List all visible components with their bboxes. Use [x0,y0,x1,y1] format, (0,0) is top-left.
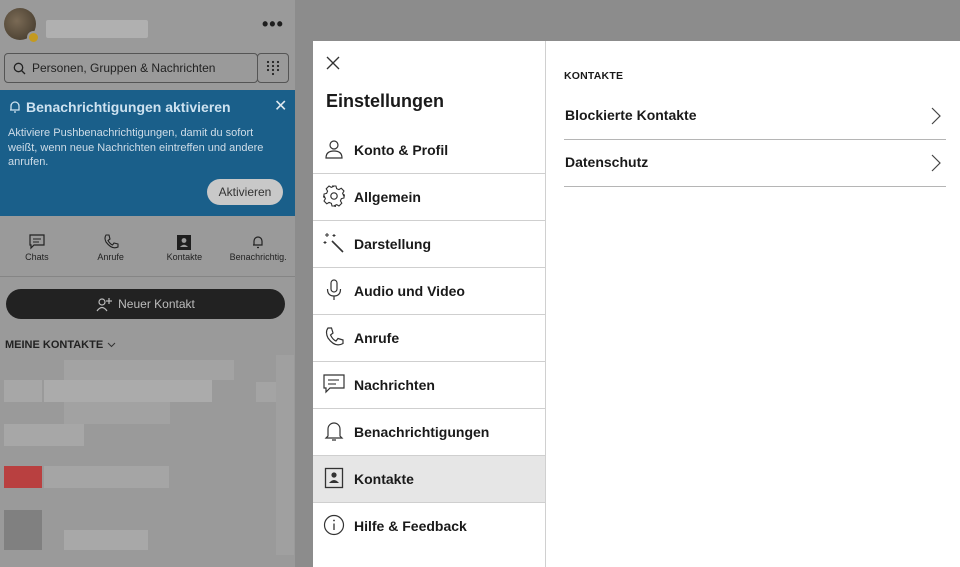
contact-list-blurred [4,466,42,488]
contact-list-blurred [4,424,84,446]
nav-item-label: Benachrichtigungen [354,424,490,440]
search-input[interactable]: Personen, Gruppen & Nachrichten [4,53,258,83]
nav-item-label: Allgemein [354,189,421,205]
nav-item-label: Audio und Video [354,283,465,299]
tab-label: Benachrichtig. [229,252,287,262]
phone-icon [104,234,119,249]
phone-icon [323,326,345,348]
nav-item-label: Hilfe & Feedback [354,518,467,534]
tab-contacts[interactable]: Kontakte [148,226,222,272]
contact-list-blurred [64,402,170,424]
chevron-right-icon [931,107,941,125]
settings-nav: Einstellungen Konto & Profil Allgemein D… [313,41,546,567]
notification-banner: Benachrichtigungen aktivieren ✕ Aktivier… [0,90,295,216]
person-icon [323,138,345,160]
dialpad-icon [266,60,280,76]
nav-item-label: Konto & Profil [354,142,449,158]
app-sidebar: ••• Personen, Gruppen & Nachrichten Bena… [0,0,295,567]
tab-calls[interactable]: Anrufe [74,226,148,272]
activate-button[interactable]: Aktivieren [207,179,283,205]
contact-list-blurred [44,380,212,402]
my-contacts-header[interactable]: MEINE KONTAKTE [5,339,116,351]
nav-item-audio-video[interactable]: Audio und Video [313,268,545,315]
microphone-icon [323,279,345,301]
contact-list-blurred [4,380,42,402]
nav-item-help[interactable]: Hilfe & Feedback [313,503,545,549]
nav-item-calls[interactable]: Anrufe [313,315,545,362]
tab-label: Chats [25,252,49,262]
tab-label: Kontakte [166,252,203,262]
tab-chats[interactable]: Chats [0,226,74,272]
nav-item-label: Kontakte [354,471,414,487]
add-person-icon [96,297,113,311]
settings-nav-list: Konto & Profil Allgemein Darstellung Aud… [313,127,545,549]
close-icon[interactable]: ✕ [274,96,287,116]
tab-label: Anrufe [97,252,124,262]
contacts-icon [323,467,345,489]
notification-text: Aktiviere Pushbenachrichtigungen, damit … [8,127,264,168]
section-title: KONTAKTE [564,70,624,82]
nav-item-messages[interactable]: Nachrichten [313,362,545,409]
info-icon [323,514,345,536]
row-label: Blockierte Kontakte [565,107,697,123]
tab-notifications[interactable]: Benachrichtig. [221,226,295,272]
profile-name-blurred [46,20,148,38]
dialpad-button[interactable] [257,53,289,83]
contact-list-blurred [64,530,148,550]
settings-dialog: Einstellungen Konto & Profil Allgemein D… [313,41,960,567]
message-icon [323,373,345,395]
bell-icon [323,420,345,442]
nav-item-notifications[interactable]: Benachrichtigungen [313,409,545,456]
nav-item-appearance[interactable]: Darstellung [313,221,545,268]
contact-list-blurred [4,510,42,550]
bell-icon [10,101,20,113]
contact-list-blurred [64,360,234,380]
more-options-icon[interactable]: ••• [262,14,284,35]
new-contact-label: Neuer Kontakt [118,297,195,311]
status-away-icon [27,31,40,44]
gear-icon [323,185,345,207]
contact-list-blurred [44,466,169,488]
search-icon [13,62,26,74]
nav-item-contacts[interactable]: Kontakte [313,456,545,503]
bell-icon [253,236,263,249]
main-tabs: Chats Anrufe Kontakte Benachrichtig. [0,226,295,272]
chevron-right-icon [931,154,941,172]
nav-item-general[interactable]: Allgemein [313,174,545,221]
contact-list-blurred [276,355,294,555]
divider [0,276,295,277]
chevron-down-icon [107,342,116,348]
blocked-contacts-row[interactable]: Blockierte Kontakte [564,93,946,140]
contacts-settings-pane: KONTAKTE Blockierte Kontakte Datenschutz [546,41,960,567]
nav-item-account[interactable]: Konto & Profil [313,127,545,174]
settings-title: Einstellungen [326,91,445,111]
close-icon[interactable] [325,55,341,71]
privacy-row[interactable]: Datenschutz [564,140,946,187]
magic-wand-icon [323,232,345,254]
row-label: Datenschutz [565,154,649,170]
nav-item-label: Nachrichten [354,377,435,393]
notification-title: Benachrichtigungen aktivieren [26,99,231,115]
nav-item-label: Anrufe [354,330,400,346]
chat-icon [29,234,45,250]
contacts-icon [177,234,192,250]
nav-item-label: Darstellung [354,236,432,252]
search-placeholder: Personen, Gruppen & Nachrichten [32,61,216,75]
my-contacts-label: MEINE KONTAKTE [5,339,104,351]
new-contact-button[interactable]: Neuer Kontakt [6,289,285,319]
